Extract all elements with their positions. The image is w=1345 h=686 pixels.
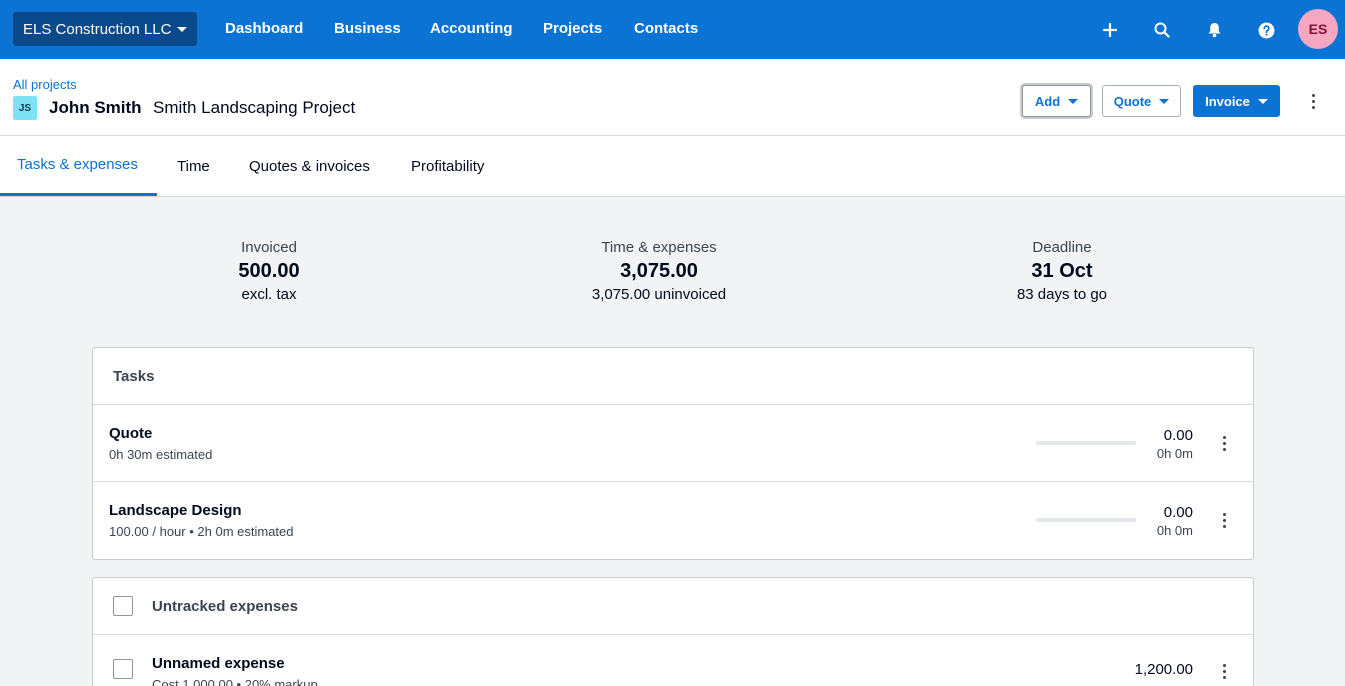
help-icon[interactable] [1253, 17, 1279, 43]
task-row[interactable]: Quote 0h 30m estimated 0.00 0h 0m [93, 405, 1253, 482]
expense-detail: Cost 1,000.00 • 20% markup [152, 677, 318, 686]
caret-down-icon [1257, 98, 1268, 104]
project-title: Smith Landscaping Project [153, 98, 356, 117]
tab-label: Time [177, 157, 210, 175]
tab-label: Profitability [411, 157, 485, 175]
deadline-summary: Deadline 31 Oct 83 days to go [942, 239, 1182, 303]
time-expenses-label: Time & expenses [601, 239, 717, 256]
expense-row[interactable]: Unnamed expense Cost 1,000.00 • 20% mark… [93, 635, 1253, 686]
task-title: Landscape Design [109, 502, 242, 519]
expense-checkbox[interactable] [113, 659, 133, 679]
invoice-button-label: Invoice [1205, 93, 1250, 109]
deadline-value: 31 Oct [1031, 260, 1093, 282]
task-amount: 0.00 [1163, 427, 1193, 444]
time-expenses-summary: Time & expenses 3,075.00 3,075.00 uninvo… [539, 239, 779, 303]
tab-tasks-expenses[interactable]: Tasks & expenses [0, 136, 157, 196]
project-header: All projects JS John Smith Smith Landsca… [0, 59, 1345, 136]
quote-button[interactable]: Quote [1102, 85, 1181, 117]
organization-name: ELS Construction LLC [23, 20, 172, 38]
select-all-checkbox[interactable] [113, 596, 133, 616]
task-estimate: 0h 30m estimated [109, 447, 213, 462]
tab-quotes-invoices[interactable]: Quotes & invoices [249, 136, 370, 196]
top-navigation-bar: ELS Construction LLC Dashboard Business … [0, 0, 1345, 59]
search-icon[interactable] [1149, 17, 1175, 43]
tasks-card: Tasks Quote 0h 30m estimated 0.00 0h 0m … [92, 347, 1254, 560]
more-options-icon[interactable] [1212, 431, 1236, 455]
plus-icon[interactable] [1097, 17, 1123, 43]
task-time: 0h 0m [1156, 523, 1193, 538]
nav-projects[interactable]: Projects [543, 20, 602, 37]
task-time: 0h 0m [1156, 446, 1193, 461]
tab-time[interactable]: Time [177, 136, 210, 196]
quote-button-label: Quote [1113, 93, 1152, 109]
time-expenses-sub: 3,075.00 uninvoiced [591, 286, 727, 303]
tab-label: Quotes & invoices [249, 157, 370, 175]
expenses-heading: Untracked expenses [152, 597, 298, 615]
caret-down-icon [177, 26, 188, 32]
project-tabs: Tasks & expenses Time Quotes & invoices … [0, 136, 1345, 197]
invoiced-value: 500.00 [238, 260, 300, 282]
more-options-icon[interactable] [1212, 508, 1236, 532]
expense-title: Unnamed expense [152, 655, 285, 672]
tab-label: Tasks & expenses [17, 156, 138, 173]
more-options-icon[interactable] [1212, 659, 1236, 683]
add-button-label: Add [1034, 93, 1061, 109]
task-row[interactable]: Landscape Design 100.00 / hour • 2h 0m e… [93, 482, 1253, 559]
invoiced-sub: excl. tax [241, 286, 297, 303]
time-expenses-value: 3,075.00 [620, 260, 698, 282]
expenses-header: Untracked expenses [93, 578, 1253, 635]
task-estimate: 100.00 / hour • 2h 0m estimated [109, 524, 294, 539]
tasks-heading: Tasks [93, 348, 1253, 405]
task-amount: 0.00 [1163, 504, 1193, 521]
deadline-label: Deadline [1032, 239, 1092, 256]
invoice-button[interactable]: Invoice [1193, 85, 1280, 117]
client-name: John Smith [49, 98, 142, 117]
task-title: Quote [109, 425, 153, 442]
bell-icon[interactable] [1201, 17, 1227, 43]
nav-dashboard[interactable]: Dashboard [225, 20, 303, 37]
deadline-sub: 83 days to go [1016, 286, 1108, 303]
task-progress-bar [1036, 441, 1136, 445]
organization-switcher[interactable]: ELS Construction LLC [13, 12, 197, 46]
expense-amount: 1,200.00 [1134, 661, 1193, 678]
untracked-expenses-card: Untracked expenses Unnamed expense Cost … [92, 577, 1254, 686]
breadcrumb-all-projects[interactable]: All projects [13, 77, 77, 92]
user-avatar[interactable]: ES [1298, 9, 1338, 49]
more-options-icon[interactable] [1301, 89, 1325, 113]
nav-contacts[interactable]: Contacts [634, 20, 698, 37]
tab-profitability[interactable]: Profitability [411, 136, 484, 196]
invoiced-label: Invoiced [241, 239, 297, 256]
add-button[interactable]: Add [1022, 85, 1091, 117]
invoiced-summary: Invoiced 500.00 excl. tax [149, 239, 389, 303]
nav-accounting[interactable]: Accounting [430, 20, 513, 37]
caret-down-icon [1068, 98, 1079, 104]
task-progress-bar [1036, 518, 1136, 522]
client-initials-badge: JS [13, 96, 37, 120]
nav-business[interactable]: Business [334, 20, 401, 37]
caret-down-icon [1159, 98, 1170, 104]
